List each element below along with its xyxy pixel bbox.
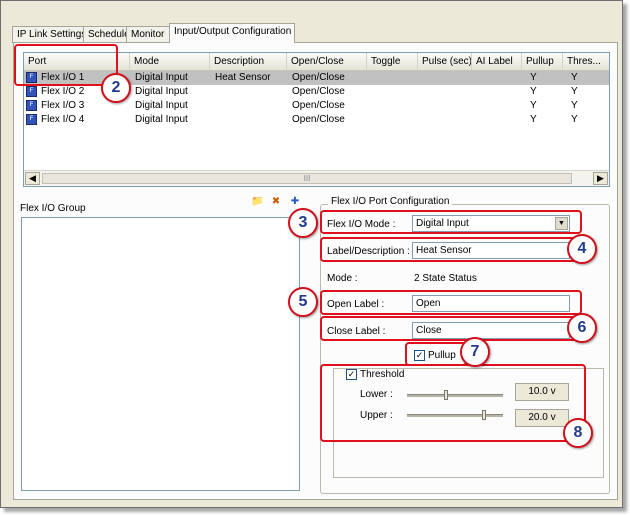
callout-highlight-threshold: [320, 364, 586, 442]
cell-description: [212, 113, 287, 127]
mode-static-label: Mode :: [327, 273, 358, 284]
cell-description: [212, 85, 287, 99]
cell-mode: Digital Input: [135, 100, 188, 111]
tab-ip-link-settings[interactable]: IP Link Settings: [12, 26, 92, 43]
cell-pullup: Y: [530, 100, 537, 111]
cell-open-close: Open/Close: [292, 72, 345, 83]
callout-highlight-open-label: [320, 290, 582, 315]
flex-io-group-label: Flex I/O Group: [20, 203, 86, 214]
cell-threshold: Y: [571, 72, 578, 83]
col-mode[interactable]: Mode: [130, 53, 210, 70]
tab-input-output-configuration[interactable]: Input/Output Configuration: [169, 23, 295, 43]
callout-highlight-description: [320, 237, 582, 262]
mode-static-value: 2 State Status: [414, 273, 477, 284]
cell-description: Heat Sensor: [215, 72, 271, 83]
callout-highlight-pullup: [405, 342, 467, 366]
callout-highlight-close-label: [320, 316, 582, 341]
scroll-thumb[interactable]: III: [42, 173, 572, 184]
flex-io-icon: F: [26, 100, 37, 111]
callout-badge-6: 6: [567, 313, 597, 343]
cell-description: [212, 99, 287, 113]
cell-mode: Digital Input: [135, 114, 188, 125]
scroll-right-button[interactable]: ▶: [593, 172, 608, 185]
col-pullup[interactable]: Pullup: [522, 53, 563, 70]
callout-badge-4: 4: [567, 234, 597, 264]
callout-badge-8: 8: [563, 418, 593, 448]
flex-io-icon: F: [26, 114, 37, 125]
cell-threshold: Y: [571, 100, 578, 111]
cell-pullup: Y: [530, 86, 537, 97]
folder-open-icon[interactable]: 📁: [251, 196, 263, 207]
port-config-legend: Flex I/O Port Configuration: [328, 196, 453, 207]
cell-mode: Digital Input: [135, 86, 188, 97]
callout-badge-2: 2: [101, 73, 131, 103]
col-description[interactable]: Description: [210, 53, 287, 70]
callout-badge-3: 3: [288, 208, 318, 238]
cell-open-close: Open/Close: [292, 100, 345, 111]
col-open-close[interactable]: Open/Close: [287, 53, 367, 70]
cell-open-close: Open/Close: [292, 114, 345, 125]
cell-pullup: Y: [530, 72, 537, 83]
delete-folder-icon[interactable]: ✖: [270, 196, 282, 207]
cell-mode: Digital Input: [135, 72, 188, 83]
cell-port: Flex I/O 4: [41, 114, 85, 125]
callout-badge-7: 7: [460, 337, 490, 367]
flex-io-group-tree[interactable]: [21, 217, 300, 491]
cell-pullup: Y: [530, 114, 537, 125]
cell-open-close: Open/Close: [292, 86, 345, 97]
horizontal-scrollbar[interactable]: ◀ III ▶: [24, 170, 609, 186]
flex-io-icon: F: [26, 86, 37, 97]
col-toggle[interactable]: Toggle: [367, 53, 418, 70]
cell-threshold: Y: [571, 86, 578, 97]
scroll-left-button[interactable]: ◀: [25, 172, 40, 185]
col-threshold[interactable]: Thres...: [563, 53, 609, 70]
add-item-icon[interactable]: ✚: [289, 196, 301, 207]
callout-badge-5: 5: [288, 287, 318, 317]
col-ai-label[interactable]: AI Label: [472, 53, 522, 70]
cell-threshold: Y: [571, 114, 578, 125]
table-row[interactable]: F Flex I/O 4 Digital Input Open/Close Y …: [24, 113, 609, 127]
callout-highlight-mode: [320, 210, 582, 234]
col-pulse[interactable]: Pulse (sec): [418, 53, 472, 70]
